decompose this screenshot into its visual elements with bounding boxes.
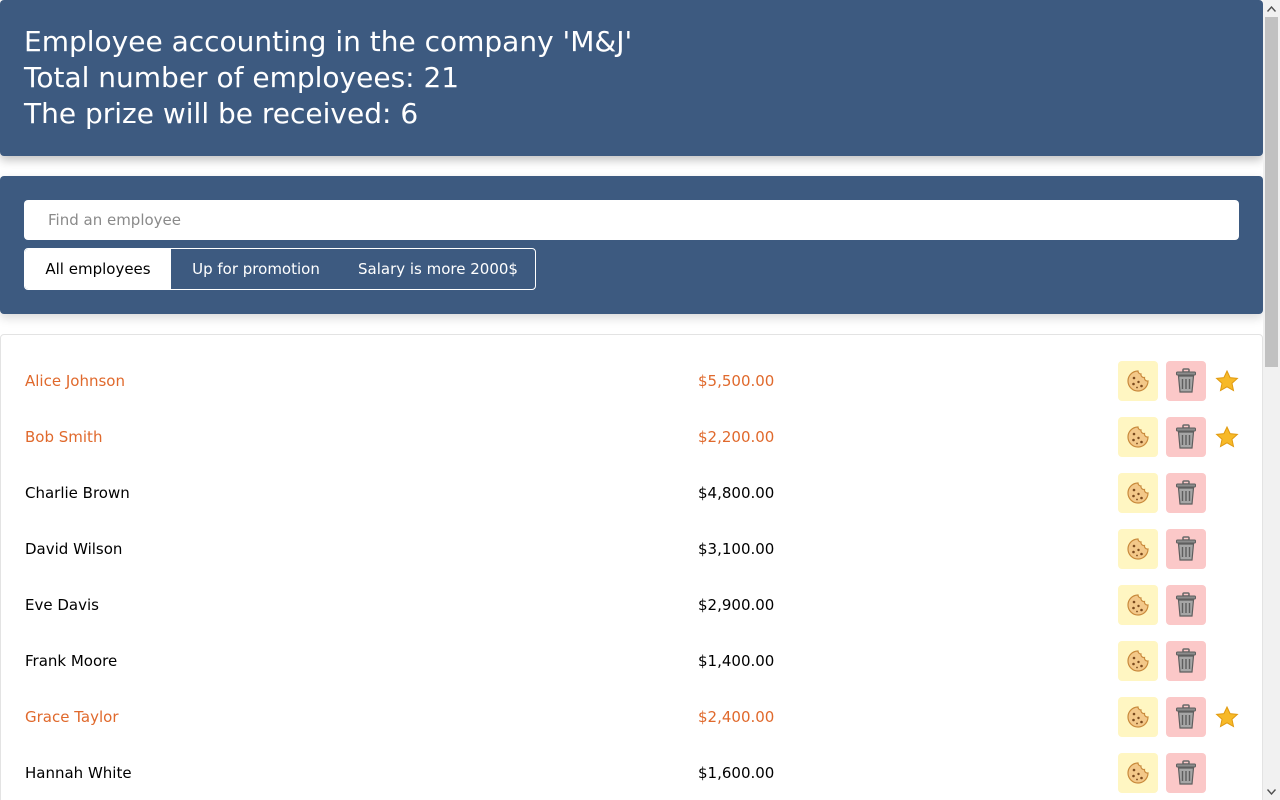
employee-salary: $1,600.00 bbox=[698, 764, 775, 782]
employee-name[interactable]: Bob Smith bbox=[25, 409, 102, 465]
employee-row: Frank Moore $1,400.00 bbox=[1, 633, 1262, 689]
cookie-icon bbox=[1127, 762, 1149, 784]
trash-icon bbox=[1176, 536, 1196, 561]
delete-button[interactable] bbox=[1166, 753, 1206, 793]
app: Employee accounting in the company 'M&J'… bbox=[0, 0, 1263, 800]
app-info-panel: Employee accounting in the company 'M&J'… bbox=[0, 0, 1263, 156]
star-icon bbox=[1215, 426, 1239, 448]
delete-button[interactable] bbox=[1166, 473, 1206, 513]
trash-icon bbox=[1176, 368, 1196, 393]
cookie-icon bbox=[1127, 538, 1149, 560]
scrollbar-thumb[interactable] bbox=[1265, 17, 1278, 367]
delete-button[interactable] bbox=[1166, 361, 1206, 401]
prize-count-text: The prize will be received: 6 bbox=[24, 97, 419, 130]
cookie-icon bbox=[1127, 370, 1149, 392]
employee-name[interactable]: Frank Moore bbox=[25, 633, 117, 689]
search-input[interactable] bbox=[24, 200, 1239, 240]
trash-icon bbox=[1176, 648, 1196, 673]
trash-icon bbox=[1176, 592, 1196, 617]
cookie-button[interactable] bbox=[1118, 585, 1158, 625]
filter-all-employees-button[interactable]: All employees bbox=[25, 249, 171, 289]
delete-button[interactable] bbox=[1166, 697, 1206, 737]
delete-button[interactable] bbox=[1166, 417, 1206, 457]
filter-salary-more-2000-button[interactable]: Salary is more 2000$ bbox=[341, 249, 535, 289]
star-icon bbox=[1215, 370, 1239, 392]
vertical-scrollbar[interactable] bbox=[1263, 0, 1280, 800]
employee-name[interactable]: Charlie Brown bbox=[25, 465, 130, 521]
cookie-icon bbox=[1127, 482, 1149, 504]
cookie-button[interactable] bbox=[1118, 753, 1158, 793]
cookie-icon bbox=[1127, 426, 1149, 448]
employee-name[interactable]: Hannah White bbox=[25, 745, 132, 800]
cookie-button[interactable] bbox=[1118, 697, 1158, 737]
employee-name[interactable]: Alice Johnson bbox=[25, 353, 125, 409]
employee-row: Eve Davis $2,900.00 bbox=[1, 577, 1262, 633]
employee-row: Hannah White $1,600.00 bbox=[1, 745, 1262, 800]
trash-icon bbox=[1176, 760, 1196, 785]
star-icon bbox=[1215, 706, 1239, 728]
employee-salary: $2,400.00 bbox=[698, 708, 775, 726]
cookie-icon bbox=[1127, 594, 1149, 616]
employee-salary: $5,500.00 bbox=[698, 372, 775, 390]
employee-row: Charlie Brown $4,800.00 bbox=[1, 465, 1262, 521]
employee-row: David Wilson $3,100.00 bbox=[1, 521, 1262, 577]
cookie-icon bbox=[1127, 706, 1149, 728]
employee-name[interactable]: Grace Taylor bbox=[25, 689, 119, 745]
delete-button[interactable] bbox=[1166, 529, 1206, 569]
search-panel: All employees Up for promotion Salary is… bbox=[0, 176, 1263, 314]
employee-salary: $4,800.00 bbox=[698, 484, 775, 502]
scroll-up-arrow-icon[interactable] bbox=[1263, 0, 1280, 17]
total-employees-text: Total number of employees: 21 bbox=[24, 61, 460, 94]
cookie-button[interactable] bbox=[1118, 473, 1158, 513]
employee-salary: $3,100.00 bbox=[698, 540, 775, 558]
trash-icon bbox=[1176, 480, 1196, 505]
cookie-button[interactable] bbox=[1118, 361, 1158, 401]
employees-list: Alice Johnson $5,500.00 Bob Smith $2,200… bbox=[0, 334, 1263, 800]
company-title: Employee accounting in the company 'M&J' bbox=[24, 25, 633, 58]
employee-row: Alice Johnson $5,500.00 bbox=[1, 353, 1262, 409]
scroll-down-arrow-icon[interactable] bbox=[1263, 783, 1280, 800]
delete-button[interactable] bbox=[1166, 585, 1206, 625]
filter-group: All employees Up for promotion Salary is… bbox=[24, 248, 536, 290]
trash-icon bbox=[1176, 424, 1196, 449]
cookie-button[interactable] bbox=[1118, 529, 1158, 569]
cookie-button[interactable] bbox=[1118, 417, 1158, 457]
employee-salary: $2,200.00 bbox=[698, 428, 775, 446]
employee-row: Bob Smith $2,200.00 bbox=[1, 409, 1262, 465]
filter-up-for-promotion-button[interactable]: Up for promotion bbox=[171, 249, 341, 289]
employee-name[interactable]: David Wilson bbox=[25, 521, 122, 577]
employee-salary: $1,400.00 bbox=[698, 652, 775, 670]
trash-icon bbox=[1176, 704, 1196, 729]
cookie-button[interactable] bbox=[1118, 641, 1158, 681]
employee-salary: $2,900.00 bbox=[698, 596, 775, 614]
employee-row: Grace Taylor $2,400.00 bbox=[1, 689, 1262, 745]
employee-name[interactable]: Eve Davis bbox=[25, 577, 99, 633]
cookie-icon bbox=[1127, 650, 1149, 672]
delete-button[interactable] bbox=[1166, 641, 1206, 681]
